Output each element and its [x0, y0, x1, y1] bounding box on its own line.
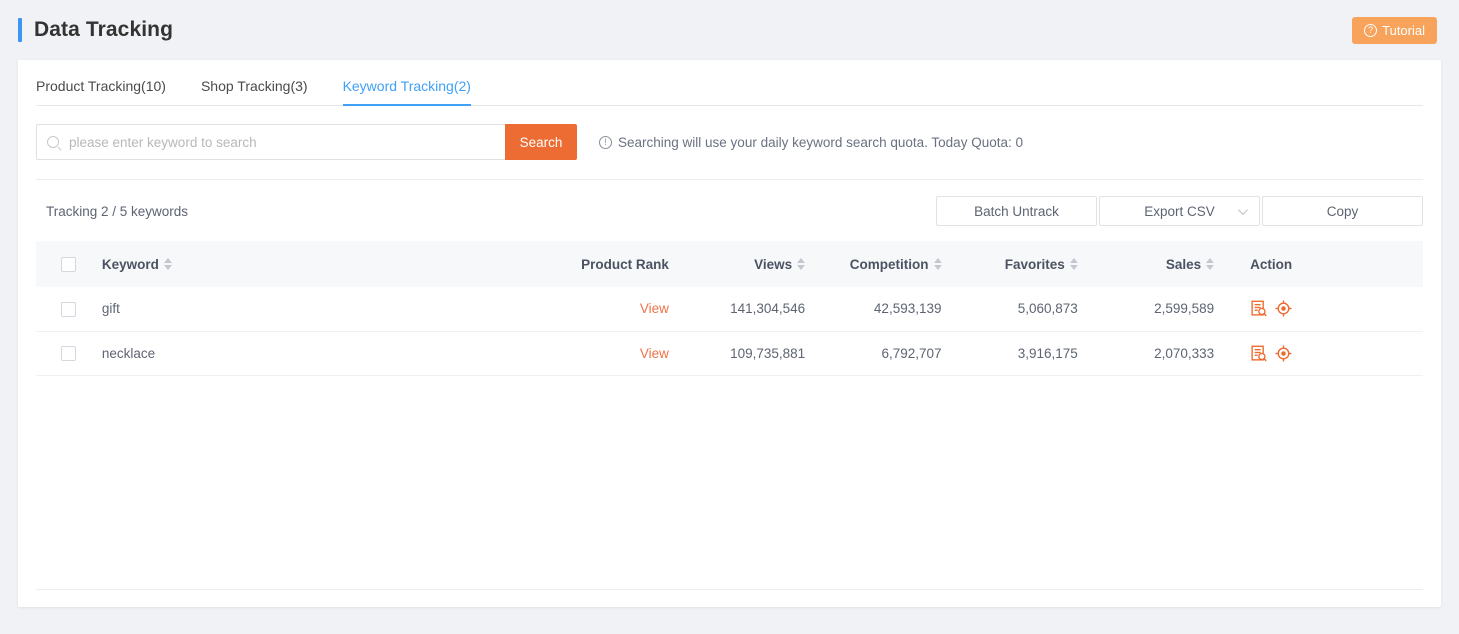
- title-accent-bar: [18, 18, 22, 42]
- table-body: gift View 141,304,546 42,593,139 5,060,8…: [36, 287, 1423, 375]
- cell-keyword: gift: [102, 287, 551, 331]
- column-header-views[interactable]: Views: [687, 241, 823, 287]
- sort-views-icon[interactable]: [797, 258, 805, 270]
- card-bottom-divider: [36, 589, 1423, 590]
- quota-note-text: Searching will use your daily keyword se…: [618, 135, 1023, 150]
- cell-sales: 2,070,333: [1096, 331, 1232, 375]
- search-icon: [47, 136, 59, 148]
- search-box: Search: [36, 124, 577, 160]
- cell-competition: 6,792,707: [823, 331, 959, 375]
- export-csv-label: Export CSV: [1144, 204, 1215, 219]
- tutorial-button-label: Tutorial: [1382, 23, 1425, 38]
- cell-product-rank: View: [551, 287, 687, 331]
- cell-keyword: necklace: [102, 331, 551, 375]
- cell-sales: 2,599,589: [1096, 287, 1232, 331]
- row-select-cell: [36, 287, 102, 331]
- search-input-wrap[interactable]: [36, 124, 505, 160]
- column-header-views-label: Views: [754, 257, 792, 272]
- chevron-down-icon: [1238, 205, 1248, 215]
- column-header-sales[interactable]: Sales: [1096, 241, 1232, 287]
- row-checkbox[interactable]: [61, 302, 76, 317]
- cell-favorites: 5,060,873: [960, 287, 1096, 331]
- column-header-competition-label: Competition: [850, 257, 929, 272]
- search-button[interactable]: Search: [505, 124, 577, 160]
- report-search-icon[interactable]: [1250, 300, 1267, 317]
- select-all-checkbox[interactable]: [61, 257, 76, 272]
- keyword-tracking-table: Keyword Product Rank Views: [36, 241, 1423, 376]
- product-rank-view-link[interactable]: View: [640, 301, 669, 316]
- tab-shop-tracking[interactable]: Shop Tracking(3): [201, 78, 308, 105]
- cell-views: 141,304,546: [687, 287, 823, 331]
- cell-product-rank: View: [551, 331, 687, 375]
- info-circle-icon: !: [599, 136, 612, 149]
- tutorial-button[interactable]: ? Tutorial: [1352, 17, 1437, 44]
- column-header-keyword-label: Keyword: [102, 257, 159, 272]
- sort-competition-icon[interactable]: [934, 258, 942, 270]
- column-header-product-rank-label: Product Rank: [581, 257, 669, 272]
- cell-action: [1232, 331, 1423, 375]
- sort-keyword-icon[interactable]: [164, 258, 172, 270]
- row-select-cell: [36, 331, 102, 375]
- quota-note: ! Searching will use your daily keyword …: [599, 135, 1023, 150]
- content-card: Product Tracking(10) Shop Tracking(3) Ke…: [18, 60, 1441, 607]
- page-title: Data Tracking: [34, 18, 173, 42]
- tab-product-tracking[interactable]: Product Tracking(10): [36, 78, 166, 105]
- copy-button[interactable]: Copy: [1262, 196, 1423, 226]
- target-icon[interactable]: [1275, 345, 1292, 362]
- tracking-summary: Tracking 2 / 5 keywords: [36, 204, 188, 219]
- table-header-row: Keyword Product Rank Views: [36, 241, 1423, 287]
- export-csv-button[interactable]: Export CSV: [1099, 196, 1260, 226]
- column-header-product-rank: Product Rank: [551, 241, 687, 287]
- search-row: Search ! Searching will use your daily k…: [36, 106, 1423, 180]
- column-header-favorites-label: Favorites: [1005, 257, 1065, 272]
- row-checkbox[interactable]: [61, 346, 76, 361]
- table-row: necklace View 109,735,881 6,792,707 3,91…: [36, 331, 1423, 375]
- cell-favorites: 3,916,175: [960, 331, 1096, 375]
- cell-competition: 42,593,139: [823, 287, 959, 331]
- select-all-header: [36, 241, 102, 287]
- column-header-favorites[interactable]: Favorites: [960, 241, 1096, 287]
- page-header: Data Tracking ? Tutorial: [0, 0, 1459, 60]
- sort-favorites-icon[interactable]: [1070, 258, 1078, 270]
- page-title-wrap: Data Tracking: [18, 18, 173, 42]
- question-circle-icon: ?: [1364, 24, 1377, 37]
- product-rank-view-link[interactable]: View: [640, 346, 669, 361]
- column-header-keyword[interactable]: Keyword: [102, 241, 551, 287]
- batch-untrack-button[interactable]: Batch Untrack: [936, 196, 1097, 226]
- table-head: Keyword Product Rank Views: [36, 241, 1423, 287]
- column-header-sales-label: Sales: [1166, 257, 1201, 272]
- tab-bar: Product Tracking(10) Shop Tracking(3) Ke…: [36, 60, 1423, 106]
- cell-action: [1232, 287, 1423, 331]
- toolbar-buttons: Batch Untrack Export CSV Copy: [934, 196, 1423, 226]
- sort-sales-icon[interactable]: [1206, 258, 1214, 270]
- table-toolbar: Tracking 2 / 5 keywords Batch Untrack Ex…: [36, 180, 1423, 241]
- target-icon[interactable]: [1275, 300, 1292, 317]
- column-header-competition[interactable]: Competition: [823, 241, 959, 287]
- tab-keyword-tracking[interactable]: Keyword Tracking(2): [343, 78, 471, 105]
- cell-views: 109,735,881: [687, 331, 823, 375]
- search-input[interactable]: [67, 134, 495, 151]
- column-header-action: Action: [1232, 241, 1423, 287]
- table-row: gift View 141,304,546 42,593,139 5,060,8…: [36, 287, 1423, 331]
- report-search-icon[interactable]: [1250, 345, 1267, 362]
